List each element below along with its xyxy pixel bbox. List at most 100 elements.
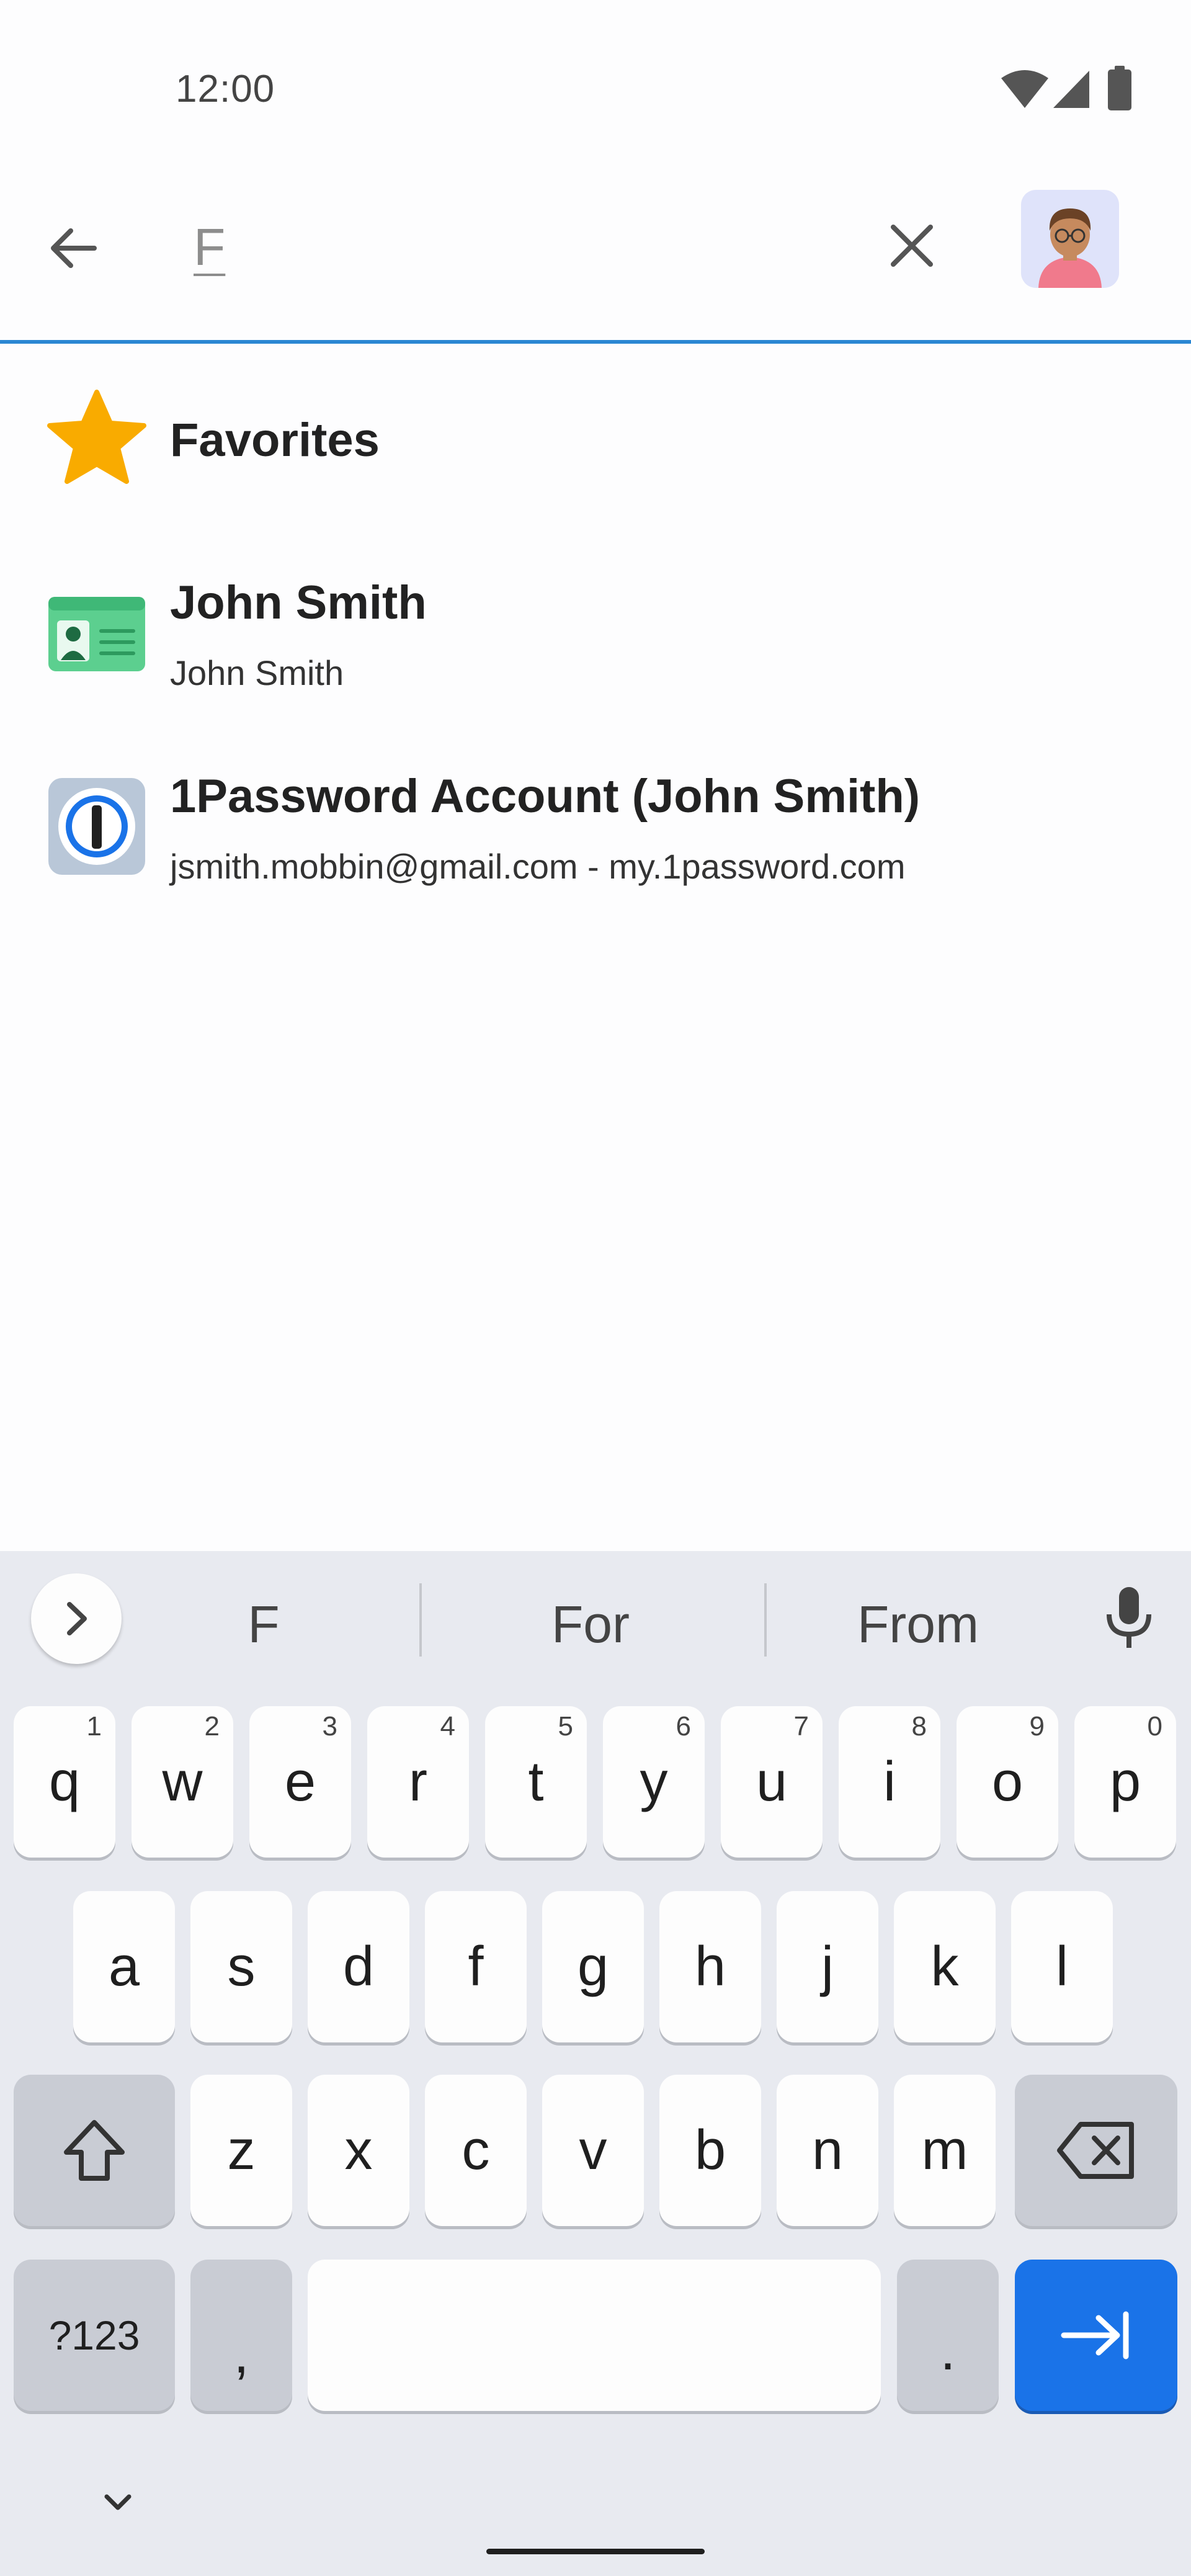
key-label: m (921, 2119, 968, 2181)
key-e[interactable]: e3 (249, 1706, 351, 1858)
keyboard (0, 1551, 1191, 2576)
key-label: d (342, 1935, 375, 1998)
key-p[interactable]: p0 (1074, 1706, 1176, 1858)
key-d[interactable]: d (308, 1891, 409, 2042)
key-g[interactable]: g (542, 1891, 644, 2042)
key-label: x (344, 2119, 373, 2181)
key-label: i (883, 1750, 896, 1813)
home-indicator[interactable] (486, 2549, 705, 2554)
key-q[interactable]: q1 (14, 1706, 115, 1858)
item-title: 1Password Account (John Smith) (170, 770, 921, 823)
list-item[interactable]: Favorites (0, 366, 1191, 515)
key-label: z (227, 2119, 256, 2181)
key-label: f (468, 1935, 484, 1998)
key-v[interactable]: v (542, 2075, 644, 2226)
item-title: John Smith (170, 576, 427, 629)
next-field-key[interactable] (1015, 2260, 1177, 2411)
key-h[interactable]: h (659, 1891, 761, 2042)
key-j[interactable]: j (777, 1891, 878, 2042)
key-label: y (640, 1750, 668, 1813)
shift-icon (64, 2120, 125, 2181)
key-label: v (579, 2119, 607, 2181)
space-key[interactable] (308, 2260, 881, 2411)
key-c[interactable]: c (425, 2075, 527, 2226)
star-icon (46, 388, 148, 488)
clear-search-icon[interactable] (887, 221, 937, 271)
wifi-icon (1000, 68, 1050, 109)
hide-keyboard-icon[interactable] (93, 2478, 143, 2528)
key-z[interactable]: z (190, 2075, 292, 2226)
suggestion[interactable]: From (825, 1594, 1011, 1655)
key-hint: 1 (86, 1711, 102, 1742)
symbols-key[interactable]: ?123 (14, 2260, 175, 2411)
key-label: ?123 (48, 2312, 140, 2358)
tab-arrow-icon (1061, 2311, 1129, 2359)
key-label: a (108, 1935, 140, 1998)
key-label: r (409, 1750, 427, 1813)
backspace-icon (1057, 2122, 1134, 2179)
onepassword-icon (48, 778, 145, 875)
key-hint: 5 (558, 1711, 573, 1742)
expand-toolbar-button[interactable] (31, 1573, 122, 1664)
key-hint: 6 (676, 1711, 691, 1742)
key-t[interactable]: t5 (485, 1706, 587, 1858)
key-label: , (233, 2322, 249, 2385)
key-b[interactable]: b (659, 2075, 761, 2226)
key-x[interactable]: x (308, 2075, 409, 2226)
key-m[interactable]: m (894, 2075, 996, 2226)
list-item[interactable]: 1Password Account (John Smith) jsmith.mo… (0, 751, 1191, 912)
key-label: u (756, 1750, 788, 1813)
key-hint: 8 (911, 1711, 927, 1742)
suggestion[interactable]: F (171, 1594, 357, 1655)
chevron-right-icon (67, 1602, 87, 1635)
back-arrow-icon[interactable] (46, 221, 100, 275)
key-label: . (940, 2319, 956, 2382)
suggestion-divider (764, 1583, 767, 1657)
key-f[interactable]: f (425, 1891, 527, 2042)
backspace-key[interactable] (1015, 2075, 1177, 2226)
suggestion[interactable]: For (497, 1594, 684, 1655)
identity-card-icon (48, 597, 145, 671)
key-label: h (694, 1935, 726, 1998)
key-n[interactable]: n (777, 2075, 878, 2226)
period-key[interactable]: . (897, 2260, 999, 2411)
cell-signal-icon (1052, 69, 1091, 109)
item-subtitle: John Smith (170, 653, 344, 692)
key-label: p (1109, 1750, 1141, 1813)
item-subtitle: jsmith.mobbin@gmail.com - my.1password.c… (170, 847, 906, 886)
key-r[interactable]: r4 (367, 1706, 469, 1858)
list-item[interactable]: John Smith John Smith (0, 558, 1191, 720)
search-bar (0, 155, 1191, 341)
search-input[interactable]: F (194, 217, 225, 277)
key-label: g (577, 1935, 609, 1998)
key-u[interactable]: u7 (721, 1706, 823, 1858)
key-w[interactable]: w2 (132, 1706, 233, 1858)
key-o[interactable]: o9 (957, 1706, 1058, 1858)
key-label: t (528, 1750, 544, 1813)
key-label: c (462, 2119, 490, 2181)
key-i[interactable]: i8 (839, 1706, 940, 1858)
key-label: j (821, 1935, 834, 1998)
shift-key[interactable] (14, 2075, 175, 2226)
key-label: w (162, 1750, 203, 1813)
key-label: b (694, 2119, 726, 2181)
key-l[interactable]: l (1011, 1891, 1113, 2042)
key-k[interactable]: k (894, 1891, 996, 2042)
key-label: k (930, 1935, 959, 1998)
account-avatar[interactable] (1021, 190, 1119, 288)
key-label: l (1056, 1935, 1068, 1998)
comma-key[interactable]: , (190, 2260, 292, 2411)
microphone-icon[interactable] (1099, 1586, 1159, 1650)
key-a[interactable]: a (73, 1891, 175, 2042)
item-title: Favorites (170, 414, 380, 467)
key-hint: 9 (1029, 1711, 1045, 1742)
key-hint: 3 (322, 1711, 337, 1742)
key-label: s (227, 1935, 256, 1998)
key-label: n (811, 2119, 844, 2181)
battery-icon (1108, 66, 1131, 110)
key-label: o (991, 1750, 1024, 1813)
key-y[interactable]: y6 (603, 1706, 705, 1858)
key-hint: 0 (1147, 1711, 1162, 1742)
status-time: 12:00 (176, 68, 275, 110)
key-s[interactable]: s (190, 1891, 292, 2042)
